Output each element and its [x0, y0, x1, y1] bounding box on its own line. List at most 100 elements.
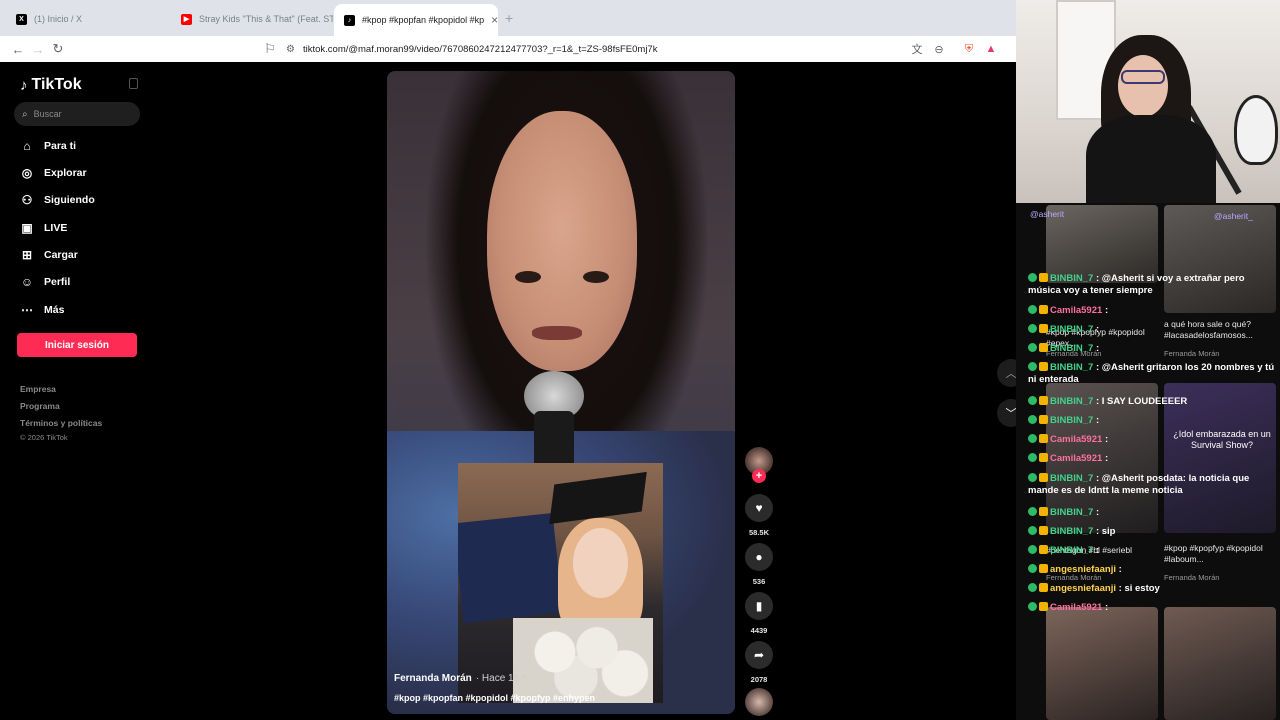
- chat-username[interactable]: Camila5921: [1050, 305, 1102, 316]
- inset-photo: [458, 463, 663, 703]
- search-icon: ⌕: [22, 108, 28, 120]
- search-placeholder: Buscar: [33, 109, 62, 119]
- site-settings-icon[interactable]: ⚙: [286, 44, 295, 55]
- login-button[interactable]: Iniciar sesión: [17, 333, 137, 357]
- browser-toolbar: ← → ↻ ⚐ ⚙ tiktok.com/@maf.moran99/video/…: [0, 36, 1016, 62]
- chat-message: angesniefaanji : si estoy: [1028, 583, 1278, 595]
- zoom-icon[interactable]: ⊖: [931, 41, 947, 57]
- nav-perfil[interactable]: ☺ Perfil: [20, 272, 70, 292]
- comment-icon[interactable]: ●: [745, 543, 773, 571]
- youtube-icon: ▶: [181, 13, 192, 25]
- tab-x[interactable]: X (1) Inicio / X: [6, 6, 171, 32]
- close-tab-icon[interactable]: ×: [491, 13, 498, 27]
- bookmark-icon[interactable]: ▮: [745, 592, 773, 620]
- x-logo-icon: X: [16, 13, 27, 25]
- plush-mascot-image: [1234, 95, 1278, 165]
- address-bar[interactable]: ⚙ tiktok.com/@maf.moran99/video/76708602…: [286, 39, 906, 59]
- chat-username[interactable]: BINBIN_7: [1050, 343, 1093, 354]
- forward-arrow-icon[interactable]: →: [29, 40, 47, 58]
- footer-link-programa[interactable]: Programa: [20, 401, 60, 411]
- share-action[interactable]: ➦ 2078: [745, 641, 773, 684]
- tiktok-icon: ♪: [344, 14, 355, 26]
- new-tab-button[interactable]: +: [505, 10, 513, 26]
- chat-message: Camila5921 :: [1028, 434, 1278, 446]
- chat-username[interactable]: BINBIN_7: [1050, 324, 1093, 335]
- nav-explorar[interactable]: ◎ Explorar: [20, 163, 87, 183]
- heart-icon[interactable]: ♥: [745, 494, 773, 522]
- back-arrow-icon[interactable]: ←: [9, 40, 27, 58]
- chat-text: :: [1104, 602, 1109, 613]
- chat-message: BINBIN_7 : @Asherit gritaron los 20 nomb…: [1028, 362, 1278, 386]
- brave-rewards-icon[interactable]: ▲: [983, 41, 999, 57]
- footer-link-terminos[interactable]: Términos y políticas: [20, 418, 102, 428]
- home-icon: ⌂: [23, 139, 31, 153]
- chat-text: :: [1104, 453, 1109, 464]
- chat-username[interactable]: angesniefaanji: [1050, 583, 1116, 594]
- video-player[interactable]: Fernanda Morán · Hace 18 h #kpop #kpopfa…: [387, 71, 735, 714]
- chat-text: :: [1095, 415, 1100, 426]
- chat-message: BINBIN_7 :: [1028, 324, 1278, 336]
- chat-username[interactable]: BINBIN_7: [1050, 362, 1093, 373]
- chat-message: BINBIN_7 : @Asherit posdata: la noticia …: [1028, 473, 1278, 497]
- nav-live[interactable]: ▣ LIVE: [20, 218, 67, 238]
- video-hashtags[interactable]: #kpop #kpopfan #kpopidol #kpopfyp #enhyp…: [394, 693, 595, 703]
- chat-username[interactable]: BINBIN_7: [1050, 273, 1093, 284]
- nav-para-ti[interactable]: ⌂ Para ti: [20, 136, 76, 156]
- post-time: · Hace 18 h: [475, 673, 528, 684]
- tab-youtube[interactable]: ▶ Stray Kids "This & That" (Feat. STAY): [171, 6, 333, 32]
- follow-plus-icon[interactable]: +: [752, 469, 766, 483]
- share-icon[interactable]: ➦: [745, 641, 773, 669]
- nav-label: Más: [44, 304, 65, 316]
- chat-username[interactable]: Camila5921: [1050, 434, 1102, 445]
- chat-message: angesniefaanji :: [1028, 564, 1278, 576]
- following-icon: ⚇: [21, 193, 33, 207]
- tab-title: #kpop #kpopfan #kpopidol #kp: [362, 15, 485, 25]
- stream-chat-overlay: @asherit @asherit_ ¿Idol embarazada en u…: [1016, 203, 1280, 720]
- chat-username[interactable]: BINBIN_7: [1050, 396, 1093, 407]
- reload-icon[interactable]: ↻: [49, 40, 67, 58]
- video-thumbnail[interactable]: [1046, 607, 1158, 720]
- chat-username[interactable]: angesniefaanji: [1050, 564, 1116, 575]
- chat-message: Camila5921 :: [1028, 305, 1278, 317]
- video-thumbnail[interactable]: [1164, 607, 1276, 720]
- bookmark-icon[interactable]: ⚐: [261, 40, 279, 58]
- chat-message: BINBIN_7 : @Asherit si voy a extrañar pe…: [1028, 273, 1278, 297]
- chat-username[interactable]: BINBIN_7: [1050, 526, 1093, 537]
- chat-text: :: [1095, 545, 1100, 556]
- search-input[interactable]: ⌕ Buscar: [14, 102, 140, 126]
- nav-cargar[interactable]: ⊞ Cargar: [20, 245, 78, 265]
- collapse-sidebar-icon[interactable]: [129, 78, 138, 89]
- chat-username[interactable]: BINBIN_7: [1050, 473, 1093, 484]
- brave-shield-icon[interactable]: ⛨: [961, 41, 977, 57]
- chat-message: Camila5921 :: [1028, 602, 1278, 614]
- music-disc-avatar[interactable]: [745, 688, 773, 716]
- like-action[interactable]: ♥ 58.5K: [745, 494, 773, 537]
- chat-username[interactable]: BINBIN_7: [1050, 507, 1093, 518]
- nav-siguiendo[interactable]: ⚇ Siguiendo: [20, 190, 95, 210]
- author-name[interactable]: Fernanda Morán: [394, 673, 472, 684]
- translate-icon[interactable]: 文: [909, 41, 925, 57]
- comment-action[interactable]: ● 536: [745, 543, 773, 586]
- tab-tiktok[interactable]: ♪ #kpop #kpopfan #kpopidol #kp ×: [334, 4, 498, 36]
- nav-mas[interactable]: ⋯ Más: [20, 300, 64, 320]
- footer-link-empresa[interactable]: Empresa: [20, 384, 56, 394]
- chat-message: BINBIN_7 : sip: [1028, 526, 1278, 538]
- copyright: © 2026 TikTok: [20, 433, 68, 442]
- url-text: tiktok.com/@maf.moran99/video/7670860247…: [302, 43, 658, 55]
- video-frame: [515, 271, 541, 283]
- chat-username[interactable]: Camila5921: [1050, 602, 1102, 613]
- thumbnail-caption: @asherit_: [1214, 211, 1253, 221]
- tiktok-logo[interactable]: ♪ TikTok: [20, 76, 82, 94]
- video-author[interactable]: Fernanda Morán · Hace 18 h: [394, 673, 528, 684]
- chat-username[interactable]: Camila5921: [1050, 453, 1102, 464]
- chat-text: :: [1118, 564, 1122, 575]
- more-icon: ⋯: [21, 303, 33, 317]
- nav-label: Cargar: [44, 249, 78, 261]
- chat-message: BINBIN_7 :: [1028, 415, 1278, 427]
- save-action[interactable]: ▮ 4439: [745, 592, 773, 635]
- video-frame: [583, 271, 609, 283]
- chat-username[interactable]: BINBIN_7: [1050, 415, 1093, 426]
- nav-label: Explorar: [44, 167, 87, 179]
- chat-username[interactable]: BINBIN_7: [1050, 545, 1093, 556]
- chat-message: Camila5921 :: [1028, 453, 1278, 465]
